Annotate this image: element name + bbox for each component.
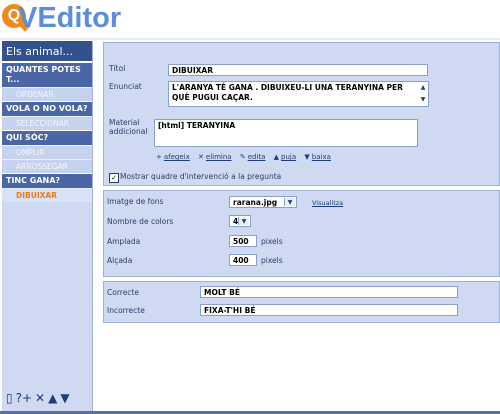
sidebar-section-3[interactable]: QUI SÓC? [2,130,92,145]
feedback-panel: Correcte MOLT BÉ Incorrecte FIXA-T'HI BÉ [103,281,500,323]
scroll-down-icon[interactable]: ▼ [421,95,426,105]
view-link[interactable]: Visualitza [312,199,343,207]
add-question-icon[interactable]: ?+ [16,391,32,405]
sidebar: Els animal... QUANTES POTES T... ORDENAR… [2,41,93,411]
colors-select[interactable]: 4 ▼ [229,215,251,227]
material-list[interactable]: [html] TERANYINA [154,119,418,147]
sidebar-item-seleccionar[interactable]: SELECCIONAR [2,116,92,130]
down-arrow-icon: ▼ [304,153,310,161]
colors-label: Nombre de colors [107,217,174,226]
move-down-icon[interactable]: ▼ [60,391,69,405]
delete-icon[interactable]: ✕ [35,391,45,405]
width-unit: pixels [261,237,283,246]
material-label-line1: Material [109,118,140,127]
sidebar-section-4[interactable]: TINC GANA? [2,173,92,188]
chevron-down-icon: ▼ [238,217,249,225]
title-label: Títol [109,64,126,73]
scroll-up-icon[interactable]: ▲ [421,83,426,93]
width-input[interactable]: 500 [229,235,257,247]
correct-input[interactable]: MOLT BÉ [200,286,458,298]
down-link[interactable]: baixa [312,153,331,161]
header-divider [0,38,500,40]
logo-text: VEditor [18,2,122,34]
show-box-label: Mostrar quadre d'intervenció a la pregun… [120,172,282,181]
new-doc-icon[interactable]: ▯ [6,391,13,405]
sidebar-item-ordenar[interactable]: ORDENAR [2,87,92,101]
show-box-checkbox[interactable]: ✓ [109,173,119,183]
add-icon: + [156,153,162,161]
title-input[interactable]: DIBUIXAR [168,64,428,76]
up-arrow-icon: ▲ [273,153,280,161]
height-unit: pixels [261,256,283,265]
bg-image-value: rarana.jpg [233,198,278,207]
sidebar-item-arrossegar[interactable]: ARROSSEGAR [2,159,92,173]
height-label: Alçada [107,256,133,265]
up-link[interactable]: puja [281,153,296,161]
app-logo: Q VEditor [0,0,140,36]
activity-panel: Títol DIBUIXAR Enunciat L'ARANYA TÉ GANA… [103,42,500,186]
sidebar-item-dibuixar[interactable]: DIBUIXAR [2,188,92,202]
sidebar-title[interactable]: Els animal... [2,41,92,62]
sidebar-section-1[interactable]: QUANTES POTES T... [2,62,92,87]
material-label: Material addicional [109,118,147,136]
remove-link[interactable]: elimina [206,153,232,161]
sidebar-toolbar: ▯ ?+ ✕ ▲ ▼ [2,389,96,407]
sidebar-item-omplir[interactable]: OMPLIR [2,145,92,159]
material-toolbar: + afegeix ✕ elimina ✎ edita ▲ puja ▼ baixa [156,153,337,161]
delete-small-icon: ✕ [198,153,204,161]
incorrect-input[interactable]: FIXA-T'HI BÉ [200,304,458,316]
move-up-icon[interactable]: ▲ [48,391,57,405]
image-panel: Imatge de fons rarana.jpg ▼ Visualitza N… [103,190,500,277]
statement-label: Enunciat [109,82,142,91]
width-label: Amplada [107,237,141,246]
chevron-down-icon: ▼ [284,198,295,206]
correct-label: Correcte [107,288,139,297]
statement-text: L'ARANYA TÉ GANA . DIBUIXEU-LI UNA TERAN… [172,83,403,102]
add-link[interactable]: afegeix [164,153,190,161]
edit-link[interactable]: edita [248,153,266,161]
height-input[interactable]: 400 [229,254,257,266]
bg-image-select[interactable]: rarana.jpg ▼ [229,196,297,208]
bg-image-label: Imatge de fons [107,197,164,206]
pencil-icon: ✎ [239,153,246,161]
sidebar-section-2[interactable]: VOLA O NO VOLA? [2,101,92,116]
statement-textarea[interactable]: L'ARANYA TÉ GANA . DIBUIXEU-LI UNA TERAN… [168,81,429,107]
material-label-line2: addicional [109,127,148,136]
incorrect-label: Incorrecte [107,306,145,315]
statement-scrollbar[interactable]: ▲ ▼ [419,83,427,105]
